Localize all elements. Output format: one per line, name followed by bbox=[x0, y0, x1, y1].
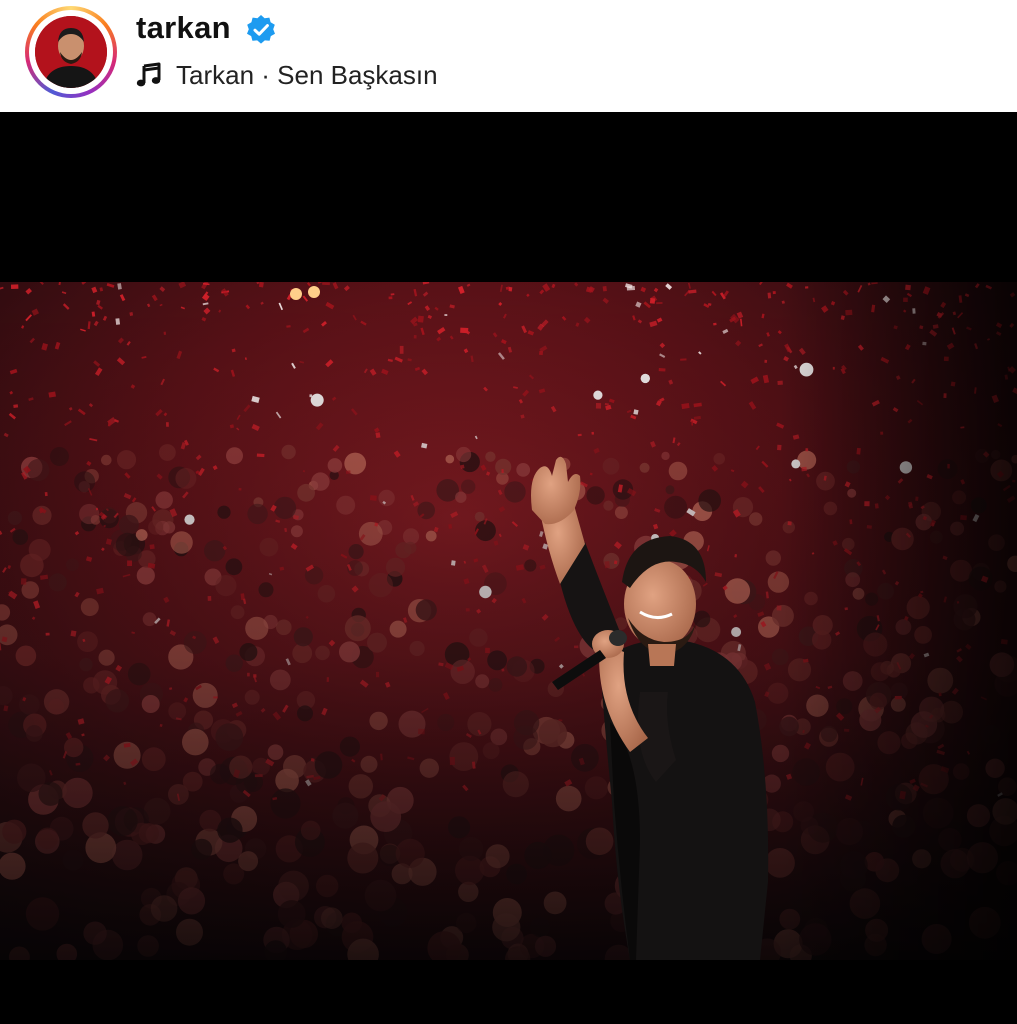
avatar-gap bbox=[29, 10, 113, 94]
media-letterbox-top bbox=[0, 112, 1017, 282]
story-ring[interactable] bbox=[25, 6, 117, 98]
post-header: tarkan Tarkan · Sen Başkasın bbox=[0, 0, 1017, 112]
post-photo[interactable] bbox=[0, 282, 1017, 960]
media-letterbox-bottom bbox=[0, 960, 1017, 1024]
avatar[interactable] bbox=[35, 16, 107, 88]
music-note-icon bbox=[136, 62, 161, 87]
username[interactable]: tarkan bbox=[136, 10, 231, 46]
audio-track-link[interactable]: Tarkan · Sen Başkasın bbox=[176, 60, 438, 91]
verified-badge-icon bbox=[247, 15, 275, 44]
avatar-image bbox=[35, 16, 107, 88]
concert-photo-image bbox=[0, 282, 1017, 960]
